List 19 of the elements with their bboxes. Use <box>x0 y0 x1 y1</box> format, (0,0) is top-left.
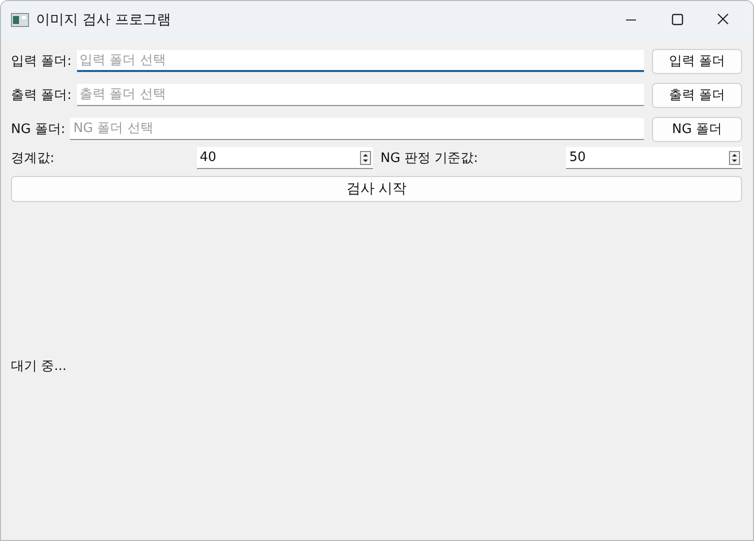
spin-arrows-icon[interactable] <box>729 150 740 164</box>
folder-path-field[interactable]: 입력 폴더 선택 <box>76 50 644 72</box>
spin-arrows-icon[interactable] <box>360 150 370 164</box>
spinbox-label: NG 판정 기준값: <box>380 150 479 167</box>
folder-path-field[interactable]: 출력 폴더 선택 <box>76 84 644 106</box>
field-label: 출력 폴더: <box>11 87 72 104</box>
start-inspection-button[interactable]: 검사 시작 <box>11 176 742 202</box>
number-spinbox[interactable]: 50 <box>566 147 742 169</box>
number-spinbox[interactable]: 40 <box>196 147 372 169</box>
spinbox-label: 경계값: <box>11 150 56 167</box>
window-title: 이미지 검사 프로그램 <box>36 11 171 29</box>
field-label: 입력 폴더: <box>11 53 72 70</box>
browse-folder-button[interactable]: NG 폴더 <box>652 116 742 142</box>
field-label: NG 폴더: <box>11 121 66 138</box>
browse-folder-button[interactable]: 입력 폴더 <box>652 48 742 74</box>
app-icon <box>11 13 29 27</box>
browse-folder-button[interactable]: 출력 폴더 <box>652 82 742 108</box>
folder-path-field[interactable]: NG 폴더 선택 <box>70 118 644 140</box>
status-text: 대기 중... <box>11 358 67 375</box>
